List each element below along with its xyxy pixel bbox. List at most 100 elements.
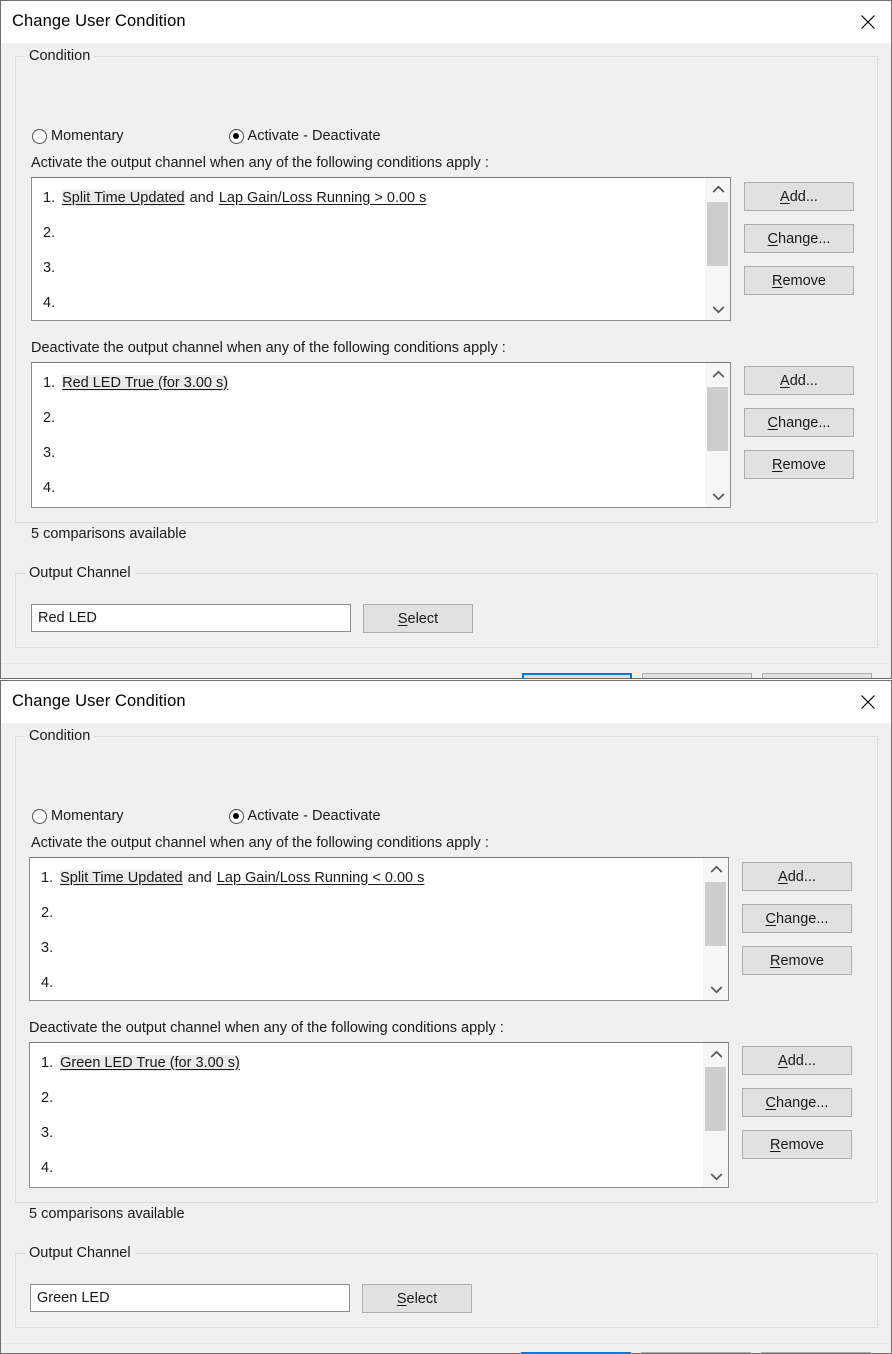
button-label: emove [782,272,826,289]
chevron-up-icon[interactable] [705,178,730,200]
list-item[interactable]: 4. [32,285,704,320]
row-number: 3. [41,939,54,956]
condition-segment-2[interactable]: Lap Gain/Loss Running > 0.00 s [219,190,427,206]
deactivate-list-scrollbar-2[interactable] [702,1043,728,1187]
list-item[interactable]: 2. [30,895,702,930]
list-item[interactable]: 4. [32,470,704,505]
mnemonic-letter: R [769,1136,781,1153]
mnemonic-letter: C [765,1094,777,1111]
list-item[interactable]: 3. [30,930,702,965]
button-label: emove [780,1136,824,1153]
deactivate-change-button-2[interactable]: Change... [742,1088,852,1117]
list-item[interactable]: 2. [30,1080,702,1115]
radio-circle-icon [32,128,47,144]
activate-prompt-2: Activate the output channel when any of … [31,835,489,851]
dialog-body-2: Condition Momentary Activate - Deactivat… [1,723,891,1353]
scrollbar-thumb[interactable] [705,1067,726,1131]
radio-momentary-2[interactable]: Momentary [32,808,124,824]
activate-change-button-2[interactable]: Change... [742,904,852,933]
chevron-up-icon[interactable] [703,858,728,880]
deactivate-prompt-2: Deactivate the output channel when any o… [29,1020,504,1036]
list-item[interactable]: 3. [32,435,704,470]
list-item[interactable]: 1. Green LED True (for 3.00 s) [30,1045,702,1080]
scrollbar-thumb[interactable] [707,202,728,266]
deactivate-add-button-2[interactable]: Add... [742,1046,852,1075]
list-item[interactable]: 1. Split Time Updated and Lap Gain/Loss … [30,860,702,895]
radio-momentary-label-1: Momentary [51,128,124,144]
output-channel-input-2[interactable] [30,1284,350,1312]
deactivate-change-button-1[interactable]: Change... [744,408,854,437]
condition-group-label-2: Condition [25,728,95,744]
list-item[interactable]: 3. [32,250,704,285]
screen-root: Change User Condition Condition Momentar… [0,0,892,1354]
button-label: emove [782,456,826,473]
activate-add-button-1[interactable]: Add... [744,182,854,211]
deactivate-conditions-list-1[interactable]: 1. Red LED True (for 3.00 s) 2. 3. 4. 5 [31,362,731,508]
radio-activate-deactivate-1[interactable]: Activate - Deactivate [228,128,381,144]
chevron-up-icon[interactable] [703,1043,728,1065]
output-channel-select-button-1[interactable]: Select [363,604,473,633]
close-icon[interactable] [844,1,891,43]
deactivate-conditions-list-2[interactable]: 1. Green LED True (for 3.00 s) 2. 3. 4. … [29,1042,729,1188]
mnemonic-letter: C [767,414,779,431]
button-label: elect [406,1290,438,1307]
chevron-down-icon[interactable] [703,1165,728,1187]
cancel-button-1[interactable]: Cancel [642,673,752,678]
chevron-down-icon[interactable] [705,485,730,507]
titlebar-2: Change User Condition [1,681,891,723]
chevron-down-icon[interactable] [703,978,728,1000]
activate-prompt-1: Activate the output channel when any of … [31,155,489,171]
mnemonic-letter: A [780,188,790,205]
mnemonic-letter: A [780,372,790,389]
radio-activate-deactivate-2[interactable]: Activate - Deactivate [228,808,381,824]
row-number: 2. [41,1089,54,1106]
list-item[interactable]: 2. [32,400,704,435]
list-item[interactable]: 5 [32,505,704,507]
activate-list-scrollbar-2[interactable] [702,858,728,1000]
condition-segment-1[interactable]: Green LED True (for 3.00 s) [60,1054,240,1071]
list-item[interactable]: 5 [30,1185,702,1187]
list-item[interactable]: 2. [32,215,704,250]
output-channel-group-label-2: Output Channel [25,1245,135,1261]
activate-remove-button-2[interactable]: Remove [742,946,852,975]
deactivate-list-scrollbar-1[interactable] [704,363,730,507]
row-number: 4. [41,1159,54,1176]
list-item[interactable]: 1. Red LED True (for 3.00 s) [32,365,704,400]
activate-change-button-1[interactable]: Change... [744,224,854,253]
activate-list-scrollbar-1[interactable] [704,178,730,320]
list-item[interactable]: 4. [30,1150,702,1185]
deactivate-remove-button-2[interactable]: Remove [742,1130,852,1159]
condition-segment-1[interactable]: Split Time Updated [62,189,185,206]
titlebar-1: Change User Condition [1,1,891,43]
list-item[interactable]: 4. [30,965,702,1000]
mnemonic-letter: R [771,456,783,473]
help-button-1[interactable]: Help [762,673,872,678]
scrollbar-thumb[interactable] [705,882,726,946]
button-label: emove [780,952,824,969]
output-channel-select-button-2[interactable]: Select [362,1284,472,1313]
radio-momentary-1[interactable]: Momentary [32,128,124,144]
condition-segment-2[interactable]: Lap Gain/Loss Running < 0.00 s [217,870,425,886]
list-item[interactable]: 1. Split Time Updated and Lap Gain/Loss … [32,180,704,215]
deactivate-add-button-1[interactable]: Add... [744,366,854,395]
activate-conditions-list-1[interactable]: 1. Split Time Updated and Lap Gain/Loss … [31,177,731,321]
activate-remove-button-1[interactable]: Remove [744,266,854,295]
condition-segment-1[interactable]: Split Time Updated [60,869,183,886]
deactivate-remove-button-1[interactable]: Remove [744,450,854,479]
activate-add-button-2[interactable]: Add... [742,862,852,891]
condition-mode-radios-1: Momentary Activate - Deactivate [32,128,381,144]
activate-conditions-list-2[interactable]: 1. Split Time Updated and Lap Gain/Loss … [29,857,729,1001]
radio-activate-deactivate-label-2: Activate - Deactivate [247,808,381,824]
mnemonic-letter: C [765,910,777,927]
output-channel-input-1[interactable] [31,604,351,632]
button-label: hange... [778,414,831,431]
list-item[interactable]: 3. [30,1115,702,1150]
scrollbar-thumb[interactable] [707,387,728,451]
close-icon[interactable] [844,681,891,723]
ok-button-1[interactable]: OK [522,673,632,678]
chevron-up-icon[interactable] [705,363,730,385]
activate-list-rows-2: 1. Split Time Updated and Lap Gain/Loss … [30,858,702,1000]
dialog-title-2: Change User Condition [12,692,186,710]
chevron-down-icon[interactable] [705,298,730,320]
condition-segment-1[interactable]: Red LED True (for 3.00 s) [62,374,229,391]
